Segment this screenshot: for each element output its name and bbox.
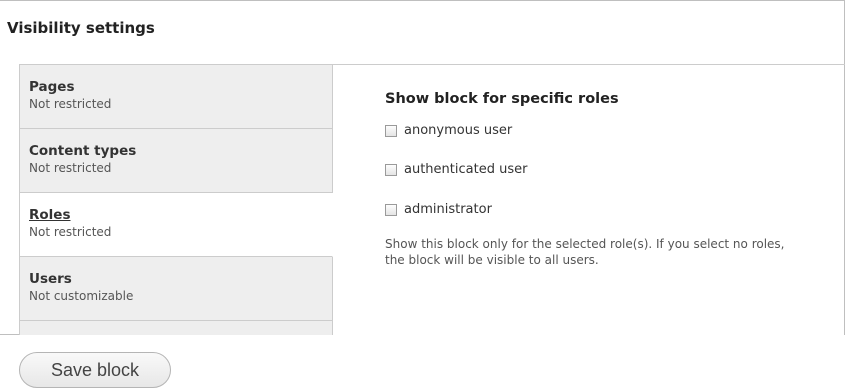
vertical-tab-summary: Not customizable [29, 289, 134, 303]
vertical-tabs: Pages Not restricted Content types Not r… [19, 64, 845, 335]
visibility-settings-fieldset: Visibility settings Pages Not restricted… [0, 0, 845, 335]
pane-heading: Show block for specific roles [385, 91, 619, 107]
anonymous-user-checkbox[interactable] [385, 125, 397, 137]
roles-description: Show this block only for the selected ro… [385, 237, 785, 267]
role-option-authenticated-user[interactable]: authenticated user [385, 162, 527, 178]
authenticated-user-checkbox[interactable] [385, 164, 397, 176]
vertical-tab-summary: Not restricted [29, 161, 112, 175]
role-label: anonymous user [404, 123, 513, 138]
vertical-tab-title: Pages [29, 79, 75, 95]
administrator-checkbox[interactable] [385, 204, 397, 216]
role-label: administrator [404, 202, 492, 217]
vertical-tabs-menu: Pages Not restricted Content types Not r… [20, 65, 333, 335]
vertical-tab-summary: Not restricted [29, 225, 112, 239]
role-option-administrator[interactable]: administrator [385, 202, 492, 218]
vertical-tab-pages[interactable]: Pages Not restricted [20, 65, 333, 129]
vertical-tab-summary: Not restricted [29, 97, 112, 111]
vertical-tab-title: Content types [29, 143, 137, 159]
vertical-tab-roles[interactable]: Roles Not restricted [20, 193, 333, 257]
vertical-tab-title: Roles [29, 207, 71, 223]
role-option-anonymous-user[interactable]: anonymous user [385, 123, 512, 139]
fieldset-title: Visibility settings [7, 19, 155, 37]
roles-pane: Show block for specific roles anonymous … [332, 65, 844, 335]
role-label: authenticated user [404, 162, 528, 177]
vertical-tab-users[interactable]: Users Not customizable [20, 257, 333, 321]
save-block-button[interactable]: Save block [19, 352, 171, 388]
vertical-tab-title: Users [29, 271, 72, 287]
vertical-tab-content-types[interactable]: Content types Not restricted [20, 129, 333, 193]
